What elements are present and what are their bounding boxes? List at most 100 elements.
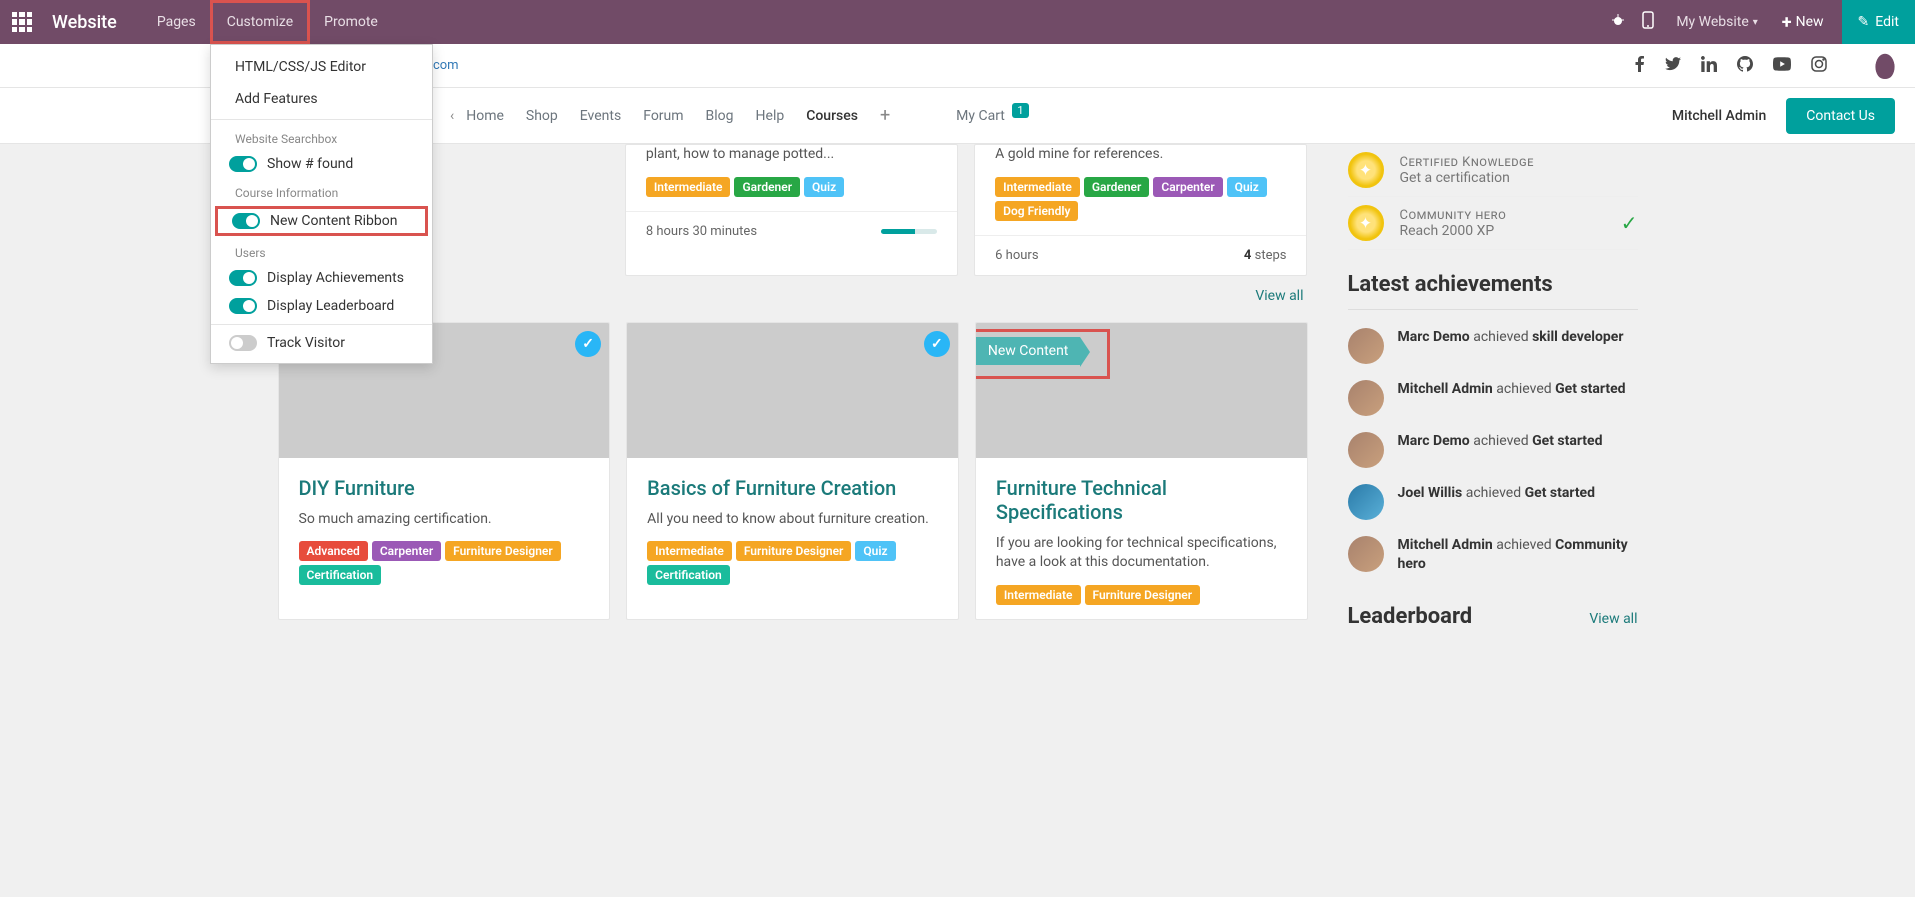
nav-events[interactable]: Events (580, 108, 621, 124)
course-card[interactable]: A gold mine for references. Intermediate… (974, 144, 1307, 276)
github-icon[interactable] (1737, 56, 1753, 76)
course-image: ✓ (627, 323, 958, 458)
course-description: If you are looking for technical specifi… (996, 534, 1287, 573)
tag: Furniture Designer (736, 541, 852, 561)
tag: Intermediate (995, 177, 1080, 197)
tag: Intermediate (646, 177, 731, 197)
achievement-item[interactable]: Mitchell Admin achieved Community hero (1348, 528, 1638, 582)
toggle-new-content-ribbon[interactable]: New Content Ribbon (215, 206, 428, 236)
nav-pages[interactable]: Pages (143, 0, 210, 44)
toggle-switch-icon (229, 270, 257, 286)
tag: Intermediate (647, 541, 732, 561)
nav-help[interactable]: Help (756, 108, 785, 124)
achievement-item[interactable]: Marc Demo achieved Get started (1348, 424, 1638, 476)
tag: Quiz (855, 541, 895, 561)
toggle-switch-icon (232, 213, 260, 229)
instagram-icon[interactable] (1811, 56, 1827, 76)
app-brand[interactable]: Website (52, 12, 117, 33)
tag: Furniture Designer (445, 541, 561, 561)
verified-badge-icon: ✓ (924, 331, 950, 357)
achievement-item[interactable]: Mitchell Admin achieved Get started (1348, 372, 1638, 424)
achievement-item[interactable]: Joel Willis achieved Get started (1348, 476, 1638, 528)
course-card-specs[interactable]: New Content Furniture Technical Specific… (975, 322, 1308, 620)
nav-add-page[interactable]: + (880, 105, 890, 126)
goal-certified-knowledge[interactable]: Certified Knowledge Get a certification (1348, 144, 1638, 197)
goal-title: Community hero (1400, 208, 1507, 223)
logo-drop-icon (1875, 53, 1895, 79)
goal-subtitle: Get a certification (1400, 170, 1534, 186)
toggle-switch-icon (229, 335, 257, 351)
nav-courses[interactable]: Courses (806, 108, 858, 124)
pencil-icon: ✎ (1858, 14, 1870, 30)
goal-community-hero[interactable]: Community hero Reach 2000 XP ✓ (1348, 197, 1638, 250)
cart-count-badge: 1 (1012, 103, 1028, 118)
customize-dropdown: HTML/CSS/JS Editor Add Features Website … (210, 44, 433, 364)
view-all-link[interactable]: View all (282, 288, 1304, 304)
course-steps: 4 steps (1244, 248, 1287, 263)
course-card-basics[interactable]: ✓ Basics of Furniture Creation All you n… (626, 322, 959, 620)
tag: Carpenter (1153, 177, 1222, 197)
contact-us-button[interactable]: Contact Us (1786, 98, 1895, 134)
social-icons (1635, 56, 1827, 76)
course-title: Furniture Technical Specifications (996, 476, 1287, 524)
toggle-display-achievements[interactable]: Display Achievements (211, 264, 432, 292)
nav-home[interactable]: Home (466, 108, 504, 124)
nav-promote[interactable]: Promote (310, 0, 392, 44)
menu-add-features[interactable]: Add Features (211, 83, 432, 115)
nav-cart[interactable]: My Cart 1 (956, 108, 1028, 124)
twitter-icon[interactable] (1665, 56, 1681, 76)
course-description: A gold mine for references. (995, 145, 1286, 165)
tag: Furniture Designer (1085, 585, 1201, 605)
course-duration: 6 hours (995, 248, 1038, 263)
menu-section-course-info: Course Information (211, 178, 432, 204)
nav-blog[interactable]: Blog (706, 108, 734, 124)
goal-title: Certified Knowledge (1400, 155, 1534, 170)
toggle-display-leaderboard[interactable]: Display Leaderboard (211, 292, 432, 320)
goal-subtitle: Reach 2000 XP (1400, 223, 1507, 239)
chevron-left-icon[interactable]: ‹ (450, 108, 454, 124)
course-card-diy[interactable]: ✓ DIY Furniture So much amazing certific… (278, 322, 611, 620)
toggle-show-found[interactable]: Show # found (211, 150, 432, 178)
toggle-switch-icon (229, 298, 257, 314)
toggle-track-visitor[interactable]: Track Visitor (211, 329, 432, 357)
progress-bar (881, 229, 937, 234)
course-title: DIY Furniture (299, 476, 590, 500)
tag: Advanced (299, 541, 368, 561)
course-card[interactable]: plant, how to manage potted... Intermedi… (625, 144, 958, 276)
mobile-icon[interactable] (1642, 11, 1654, 33)
avatar (1348, 536, 1384, 572)
menu-html-editor[interactable]: HTML/CSS/JS Editor (211, 51, 432, 83)
bug-icon[interactable] (1610, 12, 1626, 32)
leaderboard-heading: Leaderboard View all (1348, 604, 1638, 629)
nav-forum[interactable]: Forum (643, 108, 683, 124)
nav-shop[interactable]: Shop (526, 108, 558, 124)
course-image: New Content (976, 323, 1307, 458)
tag: Gardener (1084, 177, 1150, 197)
leaderboard-view-all[interactable]: View all (1589, 611, 1637, 627)
youtube-icon[interactable] (1773, 56, 1791, 76)
achievements-heading: Latest achievements (1348, 272, 1638, 297)
course-description: So much amazing certification. (299, 510, 590, 530)
user-menu[interactable]: Mitchell Admin (1672, 108, 1766, 124)
toggle-switch-icon (229, 156, 257, 172)
plus-icon: + (1782, 12, 1792, 33)
linkedin-icon[interactable] (1701, 56, 1717, 76)
new-content-ribbon: New Content (976, 337, 1081, 365)
edit-button[interactable]: ✎ Edit (1842, 0, 1915, 44)
course-duration: 8 hours 30 minutes (646, 224, 757, 239)
menu-section-searchbox: Website Searchbox (211, 124, 432, 150)
verified-badge-icon: ✓ (575, 331, 601, 357)
achievement-item[interactable]: Marc Demo achieved skill developer (1348, 320, 1638, 372)
course-description: plant, how to manage potted... (646, 145, 937, 165)
app-topbar: Website Pages Customize Promote My Websi… (0, 0, 1915, 44)
tag: Quiz (1227, 177, 1267, 197)
facebook-icon[interactable] (1635, 56, 1645, 76)
apps-grid-icon[interactable] (12, 12, 32, 32)
new-button[interactable]: + New (1782, 12, 1824, 33)
avatar (1348, 432, 1384, 468)
medal-icon (1348, 152, 1384, 188)
nav-customize[interactable]: Customize (210, 0, 310, 44)
tag: Certification (647, 565, 730, 585)
avatar (1348, 380, 1384, 416)
my-website-dropdown[interactable]: My Website (1662, 0, 1771, 44)
